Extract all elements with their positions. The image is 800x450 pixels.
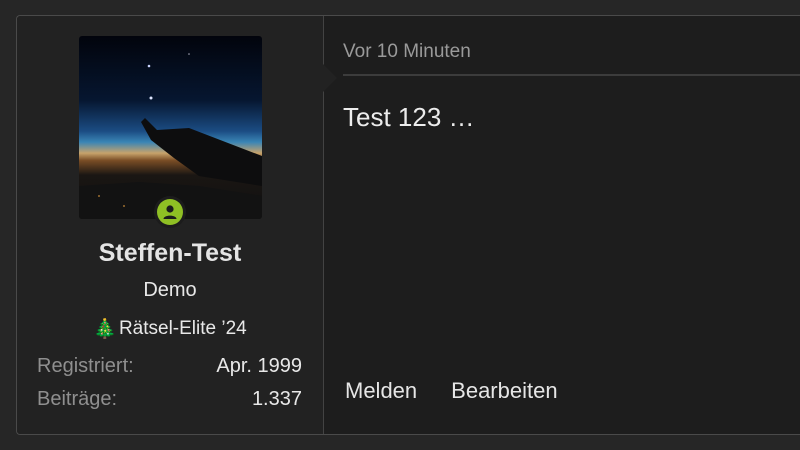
online-status-badge: [154, 196, 186, 228]
post-message: Test 123 …: [343, 102, 475, 132]
stat-value: 1.337: [251, 388, 302, 410]
user-banner: 🎄 Rätsel-Elite ’24: [17, 317, 323, 341]
user-title: Demo: [143, 279, 197, 301]
stat-label: Registriert:: [37, 355, 134, 377]
stat-row-posts: Beiträge: 1.337: [37, 388, 302, 411]
divider: [343, 74, 800, 76]
post-container: Steffen-Test Demo 🎄 Rätsel-Elite ’24 Reg…: [16, 15, 800, 435]
christmas-tree-icon: 🎄: [93, 319, 117, 340]
user-banner-label: Rätsel-Elite ’24: [118, 318, 247, 339]
post-actions: Melden Bearbeiten: [345, 378, 558, 404]
stat-value: Apr. 1999: [216, 355, 302, 377]
edit-button[interactable]: Bearbeiten: [451, 378, 557, 404]
avatar[interactable]: [79, 36, 262, 219]
username[interactable]: Steffen-Test: [17, 239, 323, 268]
user-panel: Steffen-Test Demo 🎄 Rätsel-Elite ’24 Reg…: [17, 16, 324, 434]
user-icon: [157, 199, 183, 225]
stat-label: Beiträge:: [37, 388, 118, 410]
post-timestamp[interactable]: Vor 10 Minuten: [343, 41, 471, 63]
report-button[interactable]: Melden: [345, 378, 417, 404]
avatar-image: [79, 53, 262, 219]
stat-row-registered: Registriert: Apr. 1999: [37, 355, 302, 378]
panel-arrow: [323, 64, 337, 92]
